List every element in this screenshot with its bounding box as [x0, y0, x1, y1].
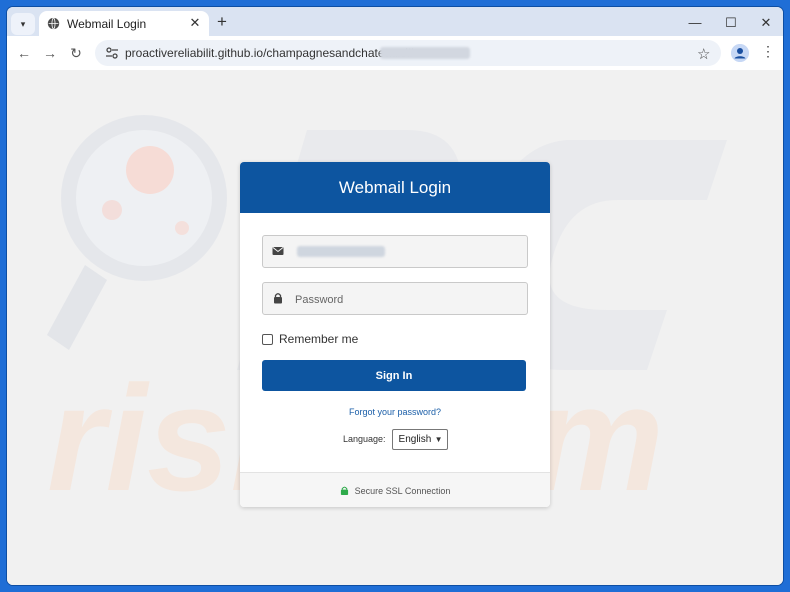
menu-icon[interactable]: ⋮: [761, 43, 775, 60]
login-title: Webmail Login: [240, 162, 550, 213]
email-field[interactable]: [262, 235, 528, 268]
ssl-lock-icon: [340, 486, 348, 495]
window-close-icon[interactable]: ✕: [758, 15, 774, 31]
chevron-down-icon: ▼: [434, 434, 443, 444]
address-bar[interactable]: proactivereliabilit.github.io/champagnes…: [95, 40, 721, 66]
star-icon[interactable]: ☆: [697, 45, 710, 63]
minimize-icon[interactable]: —: [687, 15, 703, 31]
url-text[interactable]: proactivereliabilit.github.io/champagnes…: [125, 46, 414, 60]
forward-icon[interactable]: →: [42, 45, 58, 61]
forgot-password-link[interactable]: Forgot your password?: [240, 407, 550, 417]
ssl-text: Secure SSL Connection: [354, 485, 451, 496]
site-info-icon[interactable]: [105, 46, 119, 60]
page-content: risk.com Webmail Login Remembe: [7, 70, 783, 585]
globe-icon: [47, 17, 60, 30]
sign-in-button[interactable]: Sign In: [262, 360, 526, 391]
remember-label[interactable]: Remember me: [279, 332, 358, 346]
envelope-icon: [272, 247, 284, 255]
password-field[interactable]: [262, 282, 528, 316]
email-redacted: [297, 246, 385, 257]
password-input[interactable]: [293, 283, 521, 316]
browser-window: ▾ Webmail Login ✕ + — ☐ ✕ ← → ↻ proactiv…: [7, 7, 783, 585]
plus-icon[interactable]: +: [213, 13, 231, 31]
language-row: Language: English ▼: [343, 428, 448, 450]
login-card: Webmail Login Remember me Sign In Forgot…: [240, 162, 550, 507]
ssl-footer: Secure SSL Connection: [240, 472, 550, 507]
tab-strip: ▾ Webmail Login ✕ + — ☐ ✕: [7, 7, 783, 37]
reload-icon[interactable]: ↻: [68, 45, 84, 61]
language-label: Language:: [343, 434, 386, 444]
tab-search-icon[interactable]: ▾: [11, 13, 35, 35]
back-icon[interactable]: ←: [16, 45, 32, 61]
url-redacted: [380, 47, 470, 59]
tab-title: Webmail Login: [67, 17, 147, 31]
browser-toolbar: ← → ↻ proactivereliabilit.github.io/cham…: [7, 36, 783, 70]
language-selected: English: [398, 433, 432, 445]
lock-icon: [274, 293, 282, 304]
close-icon[interactable]: ✕: [187, 15, 203, 31]
language-select[interactable]: English ▼: [391, 428, 448, 450]
maximize-icon[interactable]: ☐: [723, 15, 739, 31]
tab-webmail-login[interactable]: Webmail Login ✕: [39, 11, 209, 37]
remember-me[interactable]: Remember me: [262, 331, 358, 347]
remember-checkbox[interactable]: [262, 333, 273, 345]
profile-icon[interactable]: [731, 44, 749, 62]
